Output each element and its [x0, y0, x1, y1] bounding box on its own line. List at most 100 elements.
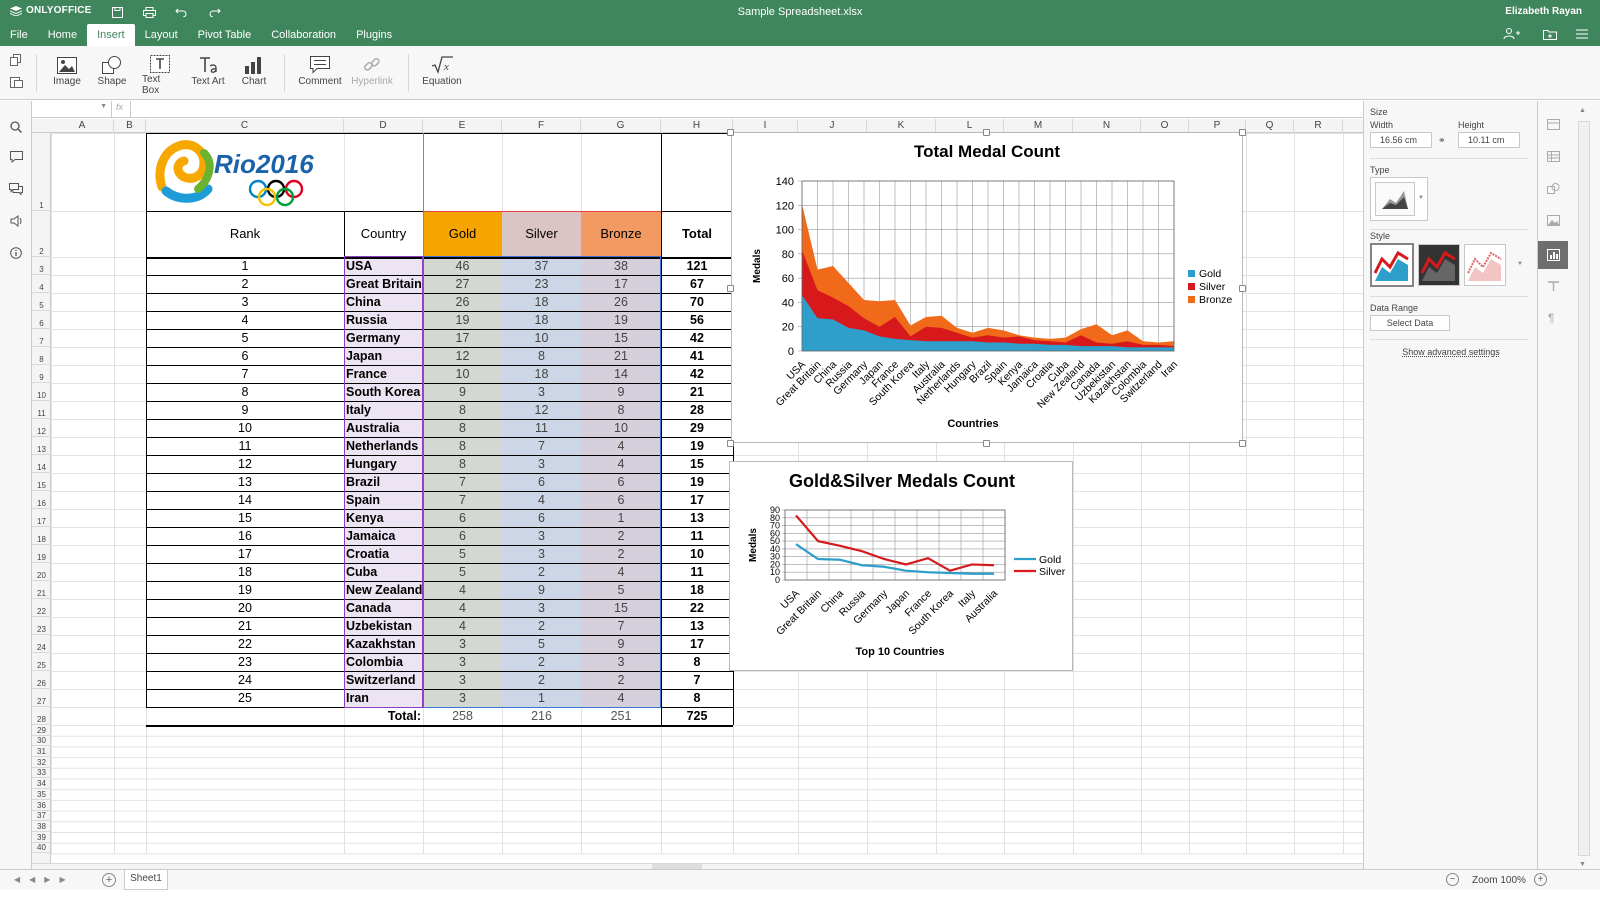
rank-cell[interactable]: 1: [146, 257, 344, 275]
spreadsheet-grid[interactable]: ABCDEFGHIJKLMNOPQR 1 2 3 4 5 6 7 8 9 10 11 12 13 14 15…: [32, 119, 1380, 863]
height-input[interactable]: 10.11 cm: [1458, 132, 1520, 148]
rank-cell[interactable]: 2: [146, 275, 344, 293]
rank-cell[interactable]: 19: [146, 581, 344, 599]
insert-textbox-button[interactable]: Text Box: [142, 54, 178, 96]
resize-handle[interactable]: [727, 440, 734, 447]
rank-cell[interactable]: 12: [146, 455, 344, 473]
formula-input[interactable]: [130, 101, 1360, 117]
link-aspect-icon[interactable]: ⚭: [1438, 135, 1446, 146]
paste-icon[interactable]: [10, 76, 24, 91]
insert-textart-button[interactable]: Text Art: [188, 54, 228, 96]
about-icon[interactable]: [8, 245, 24, 261]
rio-2016-logo[interactable]: Rio2016: [154, 139, 344, 209]
total-cell[interactable]: 70: [661, 293, 733, 311]
menu-layout[interactable]: Layout: [135, 24, 188, 46]
rank-cell[interactable]: 5: [146, 329, 344, 347]
menu-plugins[interactable]: Plugins: [346, 24, 402, 46]
rank-cell[interactable]: 24: [146, 671, 344, 689]
resize-handle[interactable]: [727, 285, 734, 292]
total-cell[interactable]: 10: [661, 545, 733, 563]
rank-cell[interactable]: 11: [146, 437, 344, 455]
scroll-thumb[interactable]: [1578, 121, 1590, 856]
menu-pivot-table[interactable]: Pivot Table: [188, 24, 262, 46]
total-cell[interactable]: 28: [661, 401, 733, 419]
rank-cell[interactable]: 18: [146, 563, 344, 581]
insert-image-button[interactable]: Image: [50, 54, 84, 96]
total-cell[interactable]: 22: [661, 599, 733, 617]
show-advanced-settings-link[interactable]: Show advanced settings: [1364, 347, 1538, 357]
totals-label[interactable]: Total:: [344, 707, 421, 725]
insert-chart-button[interactable]: Chart: [236, 54, 272, 96]
total-medal-count-chart[interactable]: Total Medal Count 0 20 40 60 80 100 120 140 USA Gr…: [731, 132, 1243, 443]
menu-collaboration[interactable]: Collaboration: [261, 24, 346, 46]
style-option-2[interactable]: [1418, 244, 1460, 286]
total-cell[interactable]: 8: [661, 689, 733, 707]
header-gold[interactable]: Gold: [423, 211, 502, 257]
total-cell[interactable]: 17: [661, 635, 733, 653]
rank-cell[interactable]: 10: [146, 419, 344, 437]
text-art-settings-icon[interactable]: [1547, 281, 1560, 295]
silver-total[interactable]: 216: [502, 707, 581, 725]
fx-icon[interactable]: fx: [116, 102, 123, 112]
insert-equation-button[interactable]: x Equation: [420, 54, 464, 96]
select-data-button[interactable]: Select Data: [1370, 315, 1450, 331]
search-icon[interactable]: [8, 119, 24, 135]
rank-cell[interactable]: 13: [146, 473, 344, 491]
paragraph-settings-icon[interactable]: ¶: [1548, 311, 1554, 325]
total-cell[interactable]: 13: [661, 617, 733, 635]
insert-hyperlink-button[interactable]: Hyperlink: [350, 54, 394, 96]
chart-settings-tab[interactable]: [1538, 241, 1569, 269]
total-cell[interactable]: 67: [661, 275, 733, 293]
comments-icon[interactable]: [8, 149, 24, 165]
total-cell[interactable]: 11: [661, 563, 733, 581]
rank-cell[interactable]: 9: [146, 401, 344, 419]
copy-icon[interactable]: [10, 54, 24, 69]
zoom-in-button[interactable]: +: [1534, 873, 1547, 886]
rank-cell[interactable]: 25: [146, 689, 344, 707]
style-option-3[interactable]: [1464, 244, 1506, 286]
header-silver[interactable]: Silver: [502, 211, 581, 257]
total-cell[interactable]: 17: [661, 491, 733, 509]
gold-total[interactable]: 258: [423, 707, 502, 725]
total-cell[interactable]: 11: [661, 527, 733, 545]
table-settings-icon[interactable]: [1547, 151, 1560, 165]
rank-cell[interactable]: 8: [146, 383, 344, 401]
cell-settings-icon[interactable]: [1547, 119, 1560, 133]
add-user-icon[interactable]: [1502, 26, 1522, 42]
scroll-up-icon[interactable]: ▲: [1579, 107, 1586, 114]
chevron-down-icon[interactable]: ▼: [1517, 261, 1523, 267]
insert-shape-button[interactable]: Shape: [94, 54, 130, 96]
chat-icon[interactable]: [8, 181, 24, 197]
total-cell[interactable]: 41: [661, 347, 733, 365]
rank-cell[interactable]: 17: [146, 545, 344, 563]
rank-cell[interactable]: 7: [146, 365, 344, 383]
vertical-scrollbar[interactable]: ▲ ▼: [1568, 101, 1600, 887]
total-cell[interactable]: 18: [661, 581, 733, 599]
user-name[interactable]: Elizabeth Rayan: [1505, 6, 1582, 17]
total-cell[interactable]: 42: [661, 329, 733, 347]
bronze-total[interactable]: 251: [581, 707, 661, 725]
resize-handle[interactable]: [983, 129, 990, 136]
shape-settings-icon[interactable]: [1547, 183, 1560, 197]
header-bronze[interactable]: Bronze: [581, 211, 661, 257]
header-rank[interactable]: Rank: [146, 211, 344, 257]
sheet-nav-arrows[interactable]: ◀◀▶▶: [14, 875, 75, 884]
total-cell[interactable]: 19: [661, 437, 733, 455]
menu-home[interactable]: Home: [38, 24, 87, 46]
rank-cell[interactable]: 6: [146, 347, 344, 365]
resize-handle[interactable]: [727, 129, 734, 136]
total-cell[interactable]: 21: [661, 383, 733, 401]
total-cell[interactable]: 19: [661, 473, 733, 491]
sheet-tab-sheet1[interactable]: Sheet1: [124, 870, 168, 890]
rank-cell[interactable]: 20: [146, 599, 344, 617]
resize-handle[interactable]: [1239, 440, 1246, 447]
resize-handle[interactable]: [1239, 285, 1246, 292]
rank-cell[interactable]: 22: [146, 635, 344, 653]
total-cell[interactable]: 56: [661, 311, 733, 329]
width-input[interactable]: 16.56 cm: [1370, 132, 1432, 148]
add-sheet-button[interactable]: +: [102, 873, 116, 887]
total-cell[interactable]: 29: [661, 419, 733, 437]
total-cell[interactable]: 8: [661, 653, 733, 671]
grand-total[interactable]: 725: [661, 707, 733, 725]
open-folder-icon[interactable]: [1540, 26, 1560, 42]
